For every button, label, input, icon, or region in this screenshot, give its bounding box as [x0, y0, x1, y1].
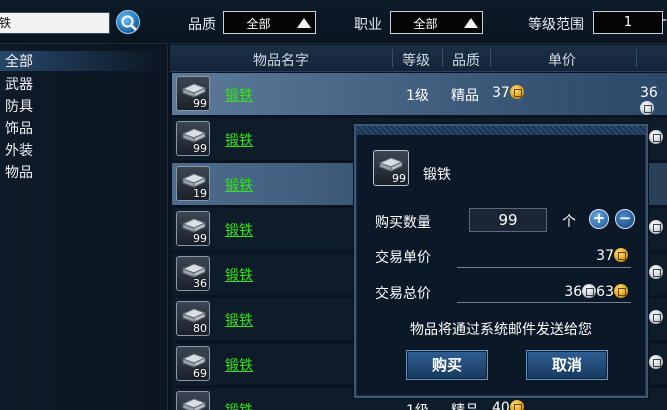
total-gold-amount: 63 [596, 284, 614, 300]
total-price-silver: 36 [640, 85, 658, 101]
item-slot[interactable] [176, 391, 210, 410]
item-name-link[interactable]: 锻铁 [225, 175, 253, 195]
dialog-title-bar [356, 126, 646, 135]
column-divider [392, 49, 393, 67]
column-header-quality[interactable]: 品质 [452, 50, 480, 70]
item-slot[interactable]: 36 [176, 256, 210, 291]
silver-coin-icon [582, 284, 597, 298]
silver-coin-icon [640, 101, 654, 115]
item-name-link[interactable]: 锻铁 [225, 85, 253, 105]
item-qty: 99 [193, 97, 207, 110]
total-price-label: 交易总价 [375, 286, 431, 302]
item-name-link[interactable]: 锻铁 [225, 130, 253, 150]
column-header-unit-price[interactable]: 单价 [548, 50, 576, 70]
divider [457, 267, 631, 268]
search-input[interactable]: 铁 [0, 12, 110, 34]
item-name-link[interactable]: 锻铁 [225, 265, 253, 285]
item-level: 1级 [406, 400, 429, 410]
level-min-input[interactable]: 1 [593, 11, 663, 34]
item-slot[interactable]: 99 [176, 121, 210, 156]
quality-label: 品质 [188, 17, 216, 33]
category-item-all[interactable]: 全部 [0, 51, 160, 71]
iron-ingot-icon [181, 398, 207, 410]
total-price-value: 36 63 [564, 284, 628, 300]
item-slot[interactable]: 99 [176, 76, 210, 111]
item-unit-price: 37 [492, 85, 524, 101]
column-divider [636, 49, 637, 67]
filter-bar: 铁 品质 全部 职业 全部 等级范围 1 - [0, 0, 667, 44]
item-slot[interactable]: 19 [176, 166, 210, 201]
buy-button[interactable]: 购买 [406, 350, 488, 380]
dialog-item-slot: 99 [373, 150, 409, 186]
increase-quantity-button[interactable]: + [589, 209, 609, 229]
level-range-separator: - [662, 12, 667, 28]
silver-coin-icon [648, 310, 663, 324]
silver-coin-icon [648, 220, 663, 234]
unit-price-label: 交易单价 [375, 250, 431, 266]
column-divider [490, 49, 491, 67]
category-item-weapon[interactable]: 武器 [5, 74, 33, 94]
item-level: 1级 [406, 88, 429, 104]
dropdown-arrow-icon [464, 18, 478, 28]
item-quality: 精品 [451, 88, 479, 104]
category-panel: 全部 武器 防具 饰品 外装 物品 [0, 45, 168, 410]
item-qty: 80 [193, 322, 207, 335]
category-item-appearance[interactable]: 外装 [5, 140, 33, 160]
decrease-quantity-button[interactable]: − [615, 209, 635, 229]
item-qty: 19 [193, 187, 207, 200]
item-qty: 99 [193, 142, 207, 155]
unit-price-gold: 37 [596, 248, 614, 264]
gold-coin-icon [614, 284, 628, 298]
item-quality: 精品 [451, 400, 479, 410]
item-total-price: 36 [640, 85, 667, 117]
dropdown-arrow-icon [297, 18, 311, 28]
category-item-armor[interactable]: 防具 [5, 96, 33, 116]
search-icon [121, 15, 137, 31]
unit-price-value: 37 [596, 248, 628, 264]
class-select[interactable]: 全部 [390, 11, 483, 34]
dialog-item-qty: 99 [392, 172, 406, 185]
table-row[interactable]: 99 锻铁 1级 精品 37 36 [172, 73, 667, 115]
item-slot[interactable]: 69 [176, 346, 210, 381]
unit-price-gold: 40 [492, 400, 510, 410]
divider [457, 302, 631, 303]
column-divider [442, 49, 443, 67]
silver-coin-icon [648, 355, 663, 369]
item-name-link[interactable]: 锻铁 [225, 310, 253, 330]
table-header: 物品名字 等级 品质 单价 [170, 45, 667, 72]
quantity-unit: 个 [562, 214, 576, 230]
item-slot[interactable]: 80 [176, 301, 210, 336]
quality-select[interactable]: 全部 [223, 11, 316, 34]
item-name-link[interactable]: 锻铁 [225, 355, 253, 375]
mail-notice: 物品将通过系统邮件发送给您 [410, 322, 592, 338]
cancel-button[interactable]: 取消 [526, 350, 608, 380]
column-header-level[interactable]: 等级 [402, 50, 430, 70]
quantity-label: 购买数量 [375, 215, 431, 231]
category-item-goods[interactable]: 物品 [5, 162, 33, 182]
total-silver-amount: 36 [564, 284, 583, 300]
item-qty: 69 [193, 367, 207, 380]
item-name-link[interactable]: 锻铁 [225, 220, 253, 240]
class-select-value: 全部 [413, 17, 438, 31]
quantity-input[interactable]: 99 [469, 208, 547, 232]
category-item-accessory[interactable]: 饰品 [5, 118, 33, 138]
search-button[interactable] [116, 10, 140, 34]
gold-coin-icon [509, 400, 524, 410]
quality-select-value: 全部 [246, 17, 271, 31]
gold-coin-icon [614, 248, 628, 262]
gold-coin-icon [509, 85, 524, 99]
item-unit-price: 40 [492, 400, 524, 410]
purchase-dialog: 99 锻铁 购买数量 99 个 + − 交易单价 37 交易总价 36 63 物品… [354, 124, 648, 398]
unit-price-gold: 37 [492, 85, 510, 101]
level-range-label: 等级范围 [528, 17, 584, 33]
item-qty: 99 [193, 232, 207, 245]
column-header-name[interactable]: 物品名字 [253, 50, 309, 70]
item-qty: 36 [193, 277, 207, 290]
silver-coin-icon [648, 130, 663, 144]
dialog-item-name: 锻铁 [423, 167, 451, 183]
silver-coin-icon [648, 265, 663, 279]
item-name-link[interactable]: 锻铁 [225, 400, 253, 410]
item-slot[interactable]: 99 [176, 211, 210, 246]
class-label: 职业 [354, 17, 382, 33]
